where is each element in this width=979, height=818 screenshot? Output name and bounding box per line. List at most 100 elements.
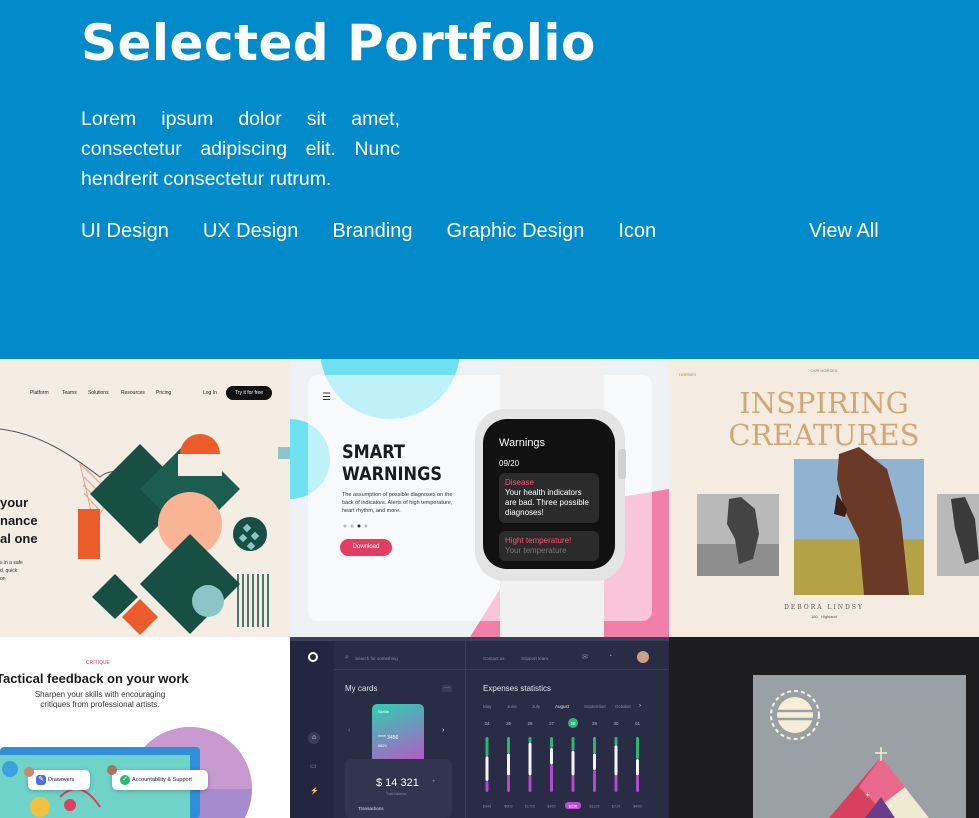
avatar (637, 651, 649, 663)
month-tab: June (507, 704, 517, 709)
menu-icon: ☰ (322, 392, 331, 403)
day-label: 01 (635, 721, 641, 726)
portfolio-item-smart-warnings[interactable]: ☰ SMART WARNINGS The assumption of possi… (290, 359, 669, 637)
portfolio-item-inspiring-creatures[interactable]: HORSES OUR HORSES INSPIRING CREATURES DE… (669, 359, 979, 637)
expense-bar-segment (636, 759, 639, 776)
month-tab: August (555, 704, 570, 709)
day-label: 29 (592, 721, 598, 726)
warning-card-body: Your health indicators are bad. Three po… (505, 488, 589, 517)
value-label: $719 (612, 805, 620, 809)
filter-ux-design[interactable]: UX Design (203, 220, 299, 246)
month-tab: May (483, 704, 492, 709)
svg-text:✦: ✦ (865, 792, 870, 799)
day-label: 27 (549, 721, 555, 726)
contact-link: Contact us (483, 656, 505, 661)
smart-warnings-title: SMART WARNINGS (342, 441, 442, 485)
expense-bar-segment (507, 737, 510, 754)
filter-icon[interactable]: Icon (618, 220, 656, 246)
app-logo-icon (308, 652, 318, 662)
warning-card-title: Hight temperature! (505, 536, 572, 545)
chevron-right-icon: › (639, 703, 641, 709)
balance-amount: $ 14 321 (376, 777, 419, 789)
day-label: 28 (570, 721, 576, 726)
portfolio-item-finance-landing[interactable]: Platform Teams Solutions Resources Prici… (0, 359, 290, 637)
transactions-title: Transactions (358, 806, 384, 811)
view-all-link[interactable]: View All (809, 220, 879, 243)
card-icon: ▭ (310, 763, 317, 770)
check-shield-icon: ✓ (120, 775, 130, 785)
card-expiry: 08/24 (378, 744, 387, 748)
hero-description: Lorem ipsum dolor sit amet, consectetur … (81, 108, 400, 190)
pencil-icon: ✎ (36, 775, 46, 785)
expense-bar-segment (636, 737, 639, 759)
support-link: Support team (521, 656, 549, 661)
filter-graphic-design[interactable]: Graphic Design (446, 220, 584, 246)
day-label: 25 (506, 721, 512, 726)
warning-card-title: Disease (505, 478, 534, 487)
geometric-illustration (0, 428, 290, 635)
meta-value: 180 (811, 614, 818, 619)
expense-bar-segment (485, 781, 489, 792)
balance-label: Total balance (386, 792, 407, 796)
warning-card: Hight temperature! Your temperature (499, 531, 599, 561)
expense-bar-segment (614, 737, 618, 746)
expense-bar-segment (528, 775, 532, 792)
filter-ui-design[interactable]: UI Design (81, 220, 169, 246)
value-label: $348 (483, 805, 491, 809)
avatar (107, 765, 117, 775)
poster-illustration: ✦ ✦ (753, 675, 966, 818)
card-brand: Skrilla (378, 709, 389, 714)
day-label: 26 (527, 721, 533, 726)
title-line: WARNINGS (342, 463, 442, 485)
chevron-left-icon: ‹ (348, 727, 351, 734)
search-icon: ⌕ (345, 654, 349, 661)
divider (465, 641, 466, 818)
svg-text:✦: ✦ (889, 803, 893, 809)
expense-bar-segment (614, 775, 618, 792)
expense-bar-segment (528, 737, 532, 743)
chart-icon: ⚡ (310, 788, 319, 795)
expense-bar-segment (571, 737, 575, 751)
expense-bar-segment (571, 775, 575, 792)
value-label: $450 (547, 805, 555, 809)
feedback-illustration (0, 727, 252, 818)
title-line: SMART (342, 441, 405, 463)
search-input: Search for something (355, 656, 398, 661)
month-tab: October (615, 704, 632, 709)
top-border (290, 637, 669, 641)
value-label: $903 (504, 805, 512, 809)
category-filters: UI Design UX Design Branding Graphic Des… (81, 220, 690, 246)
my-cards-title: My cards (345, 684, 378, 693)
expense-bar-segment (528, 742, 532, 776)
watch-screen: Warnings 09/20 Disease Your health indic… (483, 419, 615, 569)
expense-bar-segment (593, 753, 596, 770)
warning-count: 09/20 (499, 459, 520, 468)
filter-branding[interactable]: Branding (332, 220, 412, 246)
expense-bar-segment (593, 770, 596, 792)
home-icon: ⌂ (308, 732, 320, 744)
day-label: 30 (613, 721, 619, 726)
expense-bar-segment (507, 775, 510, 792)
more-icon: … (442, 684, 452, 692)
month-tab: September (584, 704, 607, 709)
chevron-right-icon: › (442, 727, 445, 734)
card-number: **** 3456 (378, 735, 399, 741)
expense-bar-segment (507, 753, 510, 776)
mail-icon: ✉ (582, 654, 588, 661)
expense-bar-segment (485, 756, 489, 781)
value-label: $1126 (589, 805, 599, 809)
month-tab: July (532, 704, 541, 709)
portfolio-item-tactical-feedback[interactable]: CRITIQUE Tactical feedback on your work … (0, 637, 290, 818)
meta-value: Highland (821, 614, 837, 619)
horse-photos (697, 447, 979, 595)
value-label: $430 (633, 805, 641, 809)
avatar (24, 767, 34, 777)
bell-icon: ◔ (608, 653, 613, 660)
expense-bar-segment (485, 737, 489, 757)
warning-card-body: Your temperature (505, 546, 567, 555)
value-label: $236 (569, 805, 577, 809)
portfolio-item-geometric-poster[interactable]: ✦ ✦ (669, 637, 979, 818)
portfolio-item-finance-dashboard[interactable]: ⌂ ▭ ⚡ ⌕ Search for something Contact us … (290, 637, 669, 818)
day-label: 24 (484, 721, 490, 726)
warning-card: Disease Your health indicators are bad. … (499, 473, 599, 523)
